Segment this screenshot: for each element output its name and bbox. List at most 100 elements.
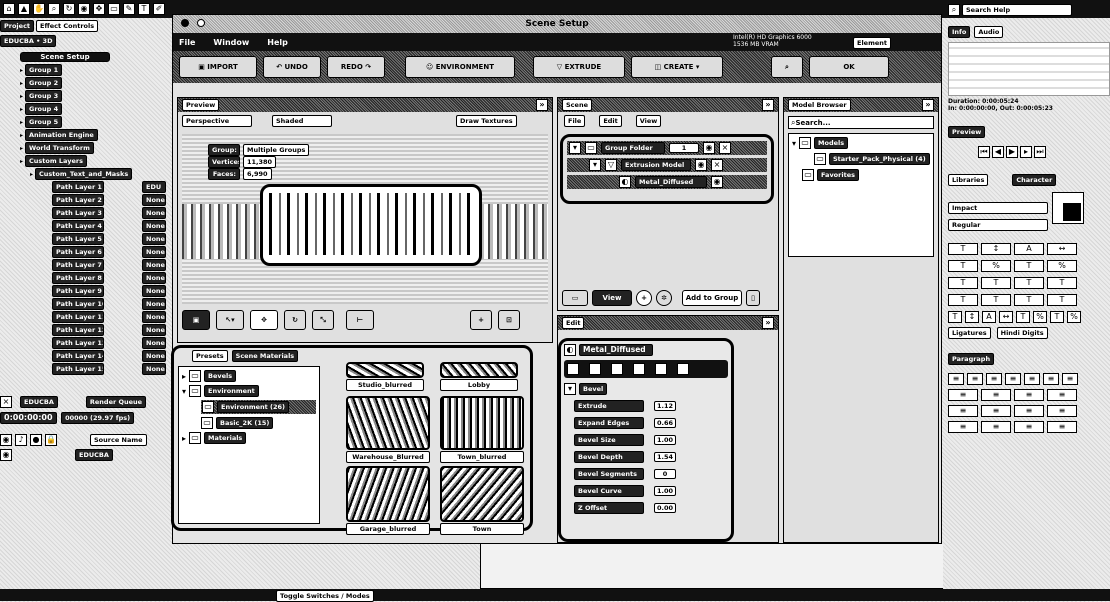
collapse-icon[interactable]: ▸ (182, 372, 186, 381)
visibility-icon[interactable]: ◉ (711, 176, 723, 188)
toggle-switches-modes[interactable]: Toggle Switches / Modes (276, 590, 374, 602)
selection-tool-icon[interactable]: ▲ (18, 3, 30, 15)
lock-icon[interactable]: 🔒 (45, 434, 57, 446)
text-style-icon[interactable]: T (1050, 311, 1064, 323)
material-row[interactable]: ◐ Metal_Diffused ◉ (567, 175, 767, 189)
expand-icon[interactable]: ▸ (20, 93, 23, 100)
text-style-icon[interactable]: % (1047, 260, 1077, 272)
prev-frame-icon[interactable]: ◀ (992, 146, 1004, 158)
search-help-input[interactable]: Search Help (962, 4, 1072, 16)
environment-26-folder[interactable]: Environment (26) (217, 401, 289, 413)
add-to-group-button[interactable]: Add to Group (682, 290, 742, 306)
material-thumbnail[interactable]: Studio_blurred (346, 362, 424, 391)
path-layer-row[interactable]: Path Layer 13 None (0, 337, 172, 349)
param-value[interactable]: 1.12 (654, 401, 676, 411)
path-layer-row[interactable]: Path Layer 15 None (0, 363, 172, 375)
fill-stroke-swatch[interactable] (1052, 192, 1084, 224)
align-icon[interactable]: ≡ (1047, 389, 1077, 401)
camera-icon[interactable]: ▣ (182, 310, 210, 330)
align-icon[interactable]: ≡ (1014, 405, 1044, 417)
tab-paragraph[interactable]: Paragraph (948, 353, 995, 365)
menu-help[interactable]: Help (267, 38, 288, 47)
align-icon[interactable]: ≡ (1047, 405, 1077, 417)
scene-setup-button[interactable]: Scene Setup (20, 52, 110, 62)
model-search-input[interactable]: Search... (795, 119, 830, 127)
path-layer-mode[interactable]: None (142, 324, 166, 336)
panel-collapse-icon[interactable]: » (762, 99, 774, 111)
path-layer-row[interactable]: Path Layer 14 None (0, 350, 172, 362)
zoom-tool-icon[interactable]: ⌕ (48, 3, 60, 15)
text-style-icon[interactable]: T (1014, 260, 1044, 272)
local-axis-icon[interactable]: ⊢ (346, 310, 374, 330)
scene-menu-edit[interactable]: Edit (599, 115, 622, 127)
redo-button[interactable]: REDO ↷ (327, 56, 385, 78)
tab-timeline[interactable]: EDUCBA (20, 396, 58, 408)
add-icon[interactable]: + (470, 310, 492, 330)
text-style-icon[interactable]: T (948, 277, 978, 289)
pan-tool-icon[interactable]: ✥ (93, 3, 105, 15)
options-tab-icon[interactable]: ◎ (677, 363, 689, 375)
frame-icon[interactable]: ⊡ (498, 310, 520, 330)
path-layer-row[interactable]: Path Layer 8 None (0, 272, 172, 284)
effect-tree-item[interactable]: ▸ Group 1 (0, 64, 172, 76)
hindi-digits-checkbox[interactable]: Hindi Digits (996, 327, 1048, 339)
path-layer-row[interactable]: Path Layer 10 None (0, 298, 172, 310)
expand-icon[interactable]: ▸ (20, 132, 23, 139)
visibility-icon[interactable]: ◉ (0, 449, 12, 461)
text-style-icon[interactable]: T (948, 294, 978, 306)
effect-tree-item[interactable]: ▸ Animation Engine (0, 129, 172, 141)
ok-button[interactable]: OK (809, 56, 889, 78)
align-icon[interactable]: ≡ (981, 405, 1011, 417)
eye-icon[interactable]: ◉ (0, 434, 12, 446)
3d-text-model[interactable] (260, 184, 482, 266)
mesh-tab-icon[interactable]: ▢ (589, 363, 601, 375)
align-icon[interactable]: ≡ (981, 389, 1011, 401)
close-icon[interactable]: × (0, 396, 12, 408)
model-search[interactable]: ⌕ Search... (788, 116, 934, 129)
material-thumbnail[interactable]: Town (440, 466, 524, 535)
new-folder-icon[interactable]: ▭ (562, 290, 588, 306)
delete-icon[interactable]: × (711, 159, 723, 171)
shading-select[interactable]: Shaded (272, 115, 332, 127)
timeline-layer[interactable]: EDUCBA (75, 449, 113, 461)
param-value[interactable]: 1.00 (654, 435, 676, 445)
expand-icon[interactable]: ▾ (589, 159, 601, 171)
menu-file[interactable]: File (179, 38, 195, 47)
tab-effect-controls[interactable]: Effect Controls (36, 20, 99, 32)
brush-tool-icon[interactable]: ✐ (153, 3, 165, 15)
models-folder[interactable]: Models (814, 137, 849, 149)
view-select[interactable]: Perspective (182, 115, 252, 127)
move-icon[interactable]: ✥ (250, 310, 278, 330)
text-style-icon[interactable]: T (1016, 311, 1030, 323)
group-number[interactable]: 1 (669, 143, 699, 153)
tab-presets[interactable]: Presets (192, 350, 228, 362)
expand-icon[interactable]: ▸ (20, 67, 23, 74)
texture-tab-icon[interactable]: ▨ (633, 363, 645, 375)
text-style-icon[interactable]: T (948, 311, 962, 323)
view-button[interactable]: View (592, 290, 632, 306)
param-value[interactable]: 0 (654, 469, 676, 479)
tab-audio[interactable]: Audio (974, 26, 1004, 38)
align-icon[interactable]: ≡ (1047, 421, 1077, 433)
effect-tree-item[interactable]: ▸ Group 2 (0, 77, 172, 89)
last-frame-icon[interactable]: ⏭ (1034, 146, 1046, 158)
path-layer-row[interactable]: Path Layer 12 None (0, 324, 172, 336)
delete-icon[interactable]: × (719, 142, 731, 154)
effect-tree-item[interactable]: ▸ Custom Layers (0, 155, 172, 167)
effect-tree-item[interactable]: ▸ World Transform (0, 142, 172, 154)
extrude-button[interactable]: ▽ EXTRUDE (533, 56, 625, 78)
expand-icon[interactable]: ▸ (30, 171, 33, 178)
tab-render-queue[interactable]: Render Queue (85, 396, 147, 408)
expand-icon[interactable]: ▾ (569, 142, 581, 154)
path-layer-mode[interactable]: None (142, 285, 166, 297)
path-layer-row[interactable]: Path Layer 11 None (0, 311, 172, 323)
text-style-icon[interactable]: T (1047, 294, 1077, 306)
minimize-window-icon[interactable] (197, 19, 205, 27)
align-icon[interactable]: ≡ (948, 373, 964, 385)
material-tab-icon[interactable]: ◉ (611, 363, 623, 375)
text-style-icon[interactable]: A (982, 311, 996, 323)
text-style-icon[interactable]: T (981, 294, 1011, 306)
starter-pack-folder[interactable]: Starter_Pack_Physical (4) (829, 153, 930, 165)
path-layer-mode[interactable]: None (142, 298, 166, 310)
material-thumbnail[interactable]: Town_blurred (440, 396, 524, 463)
